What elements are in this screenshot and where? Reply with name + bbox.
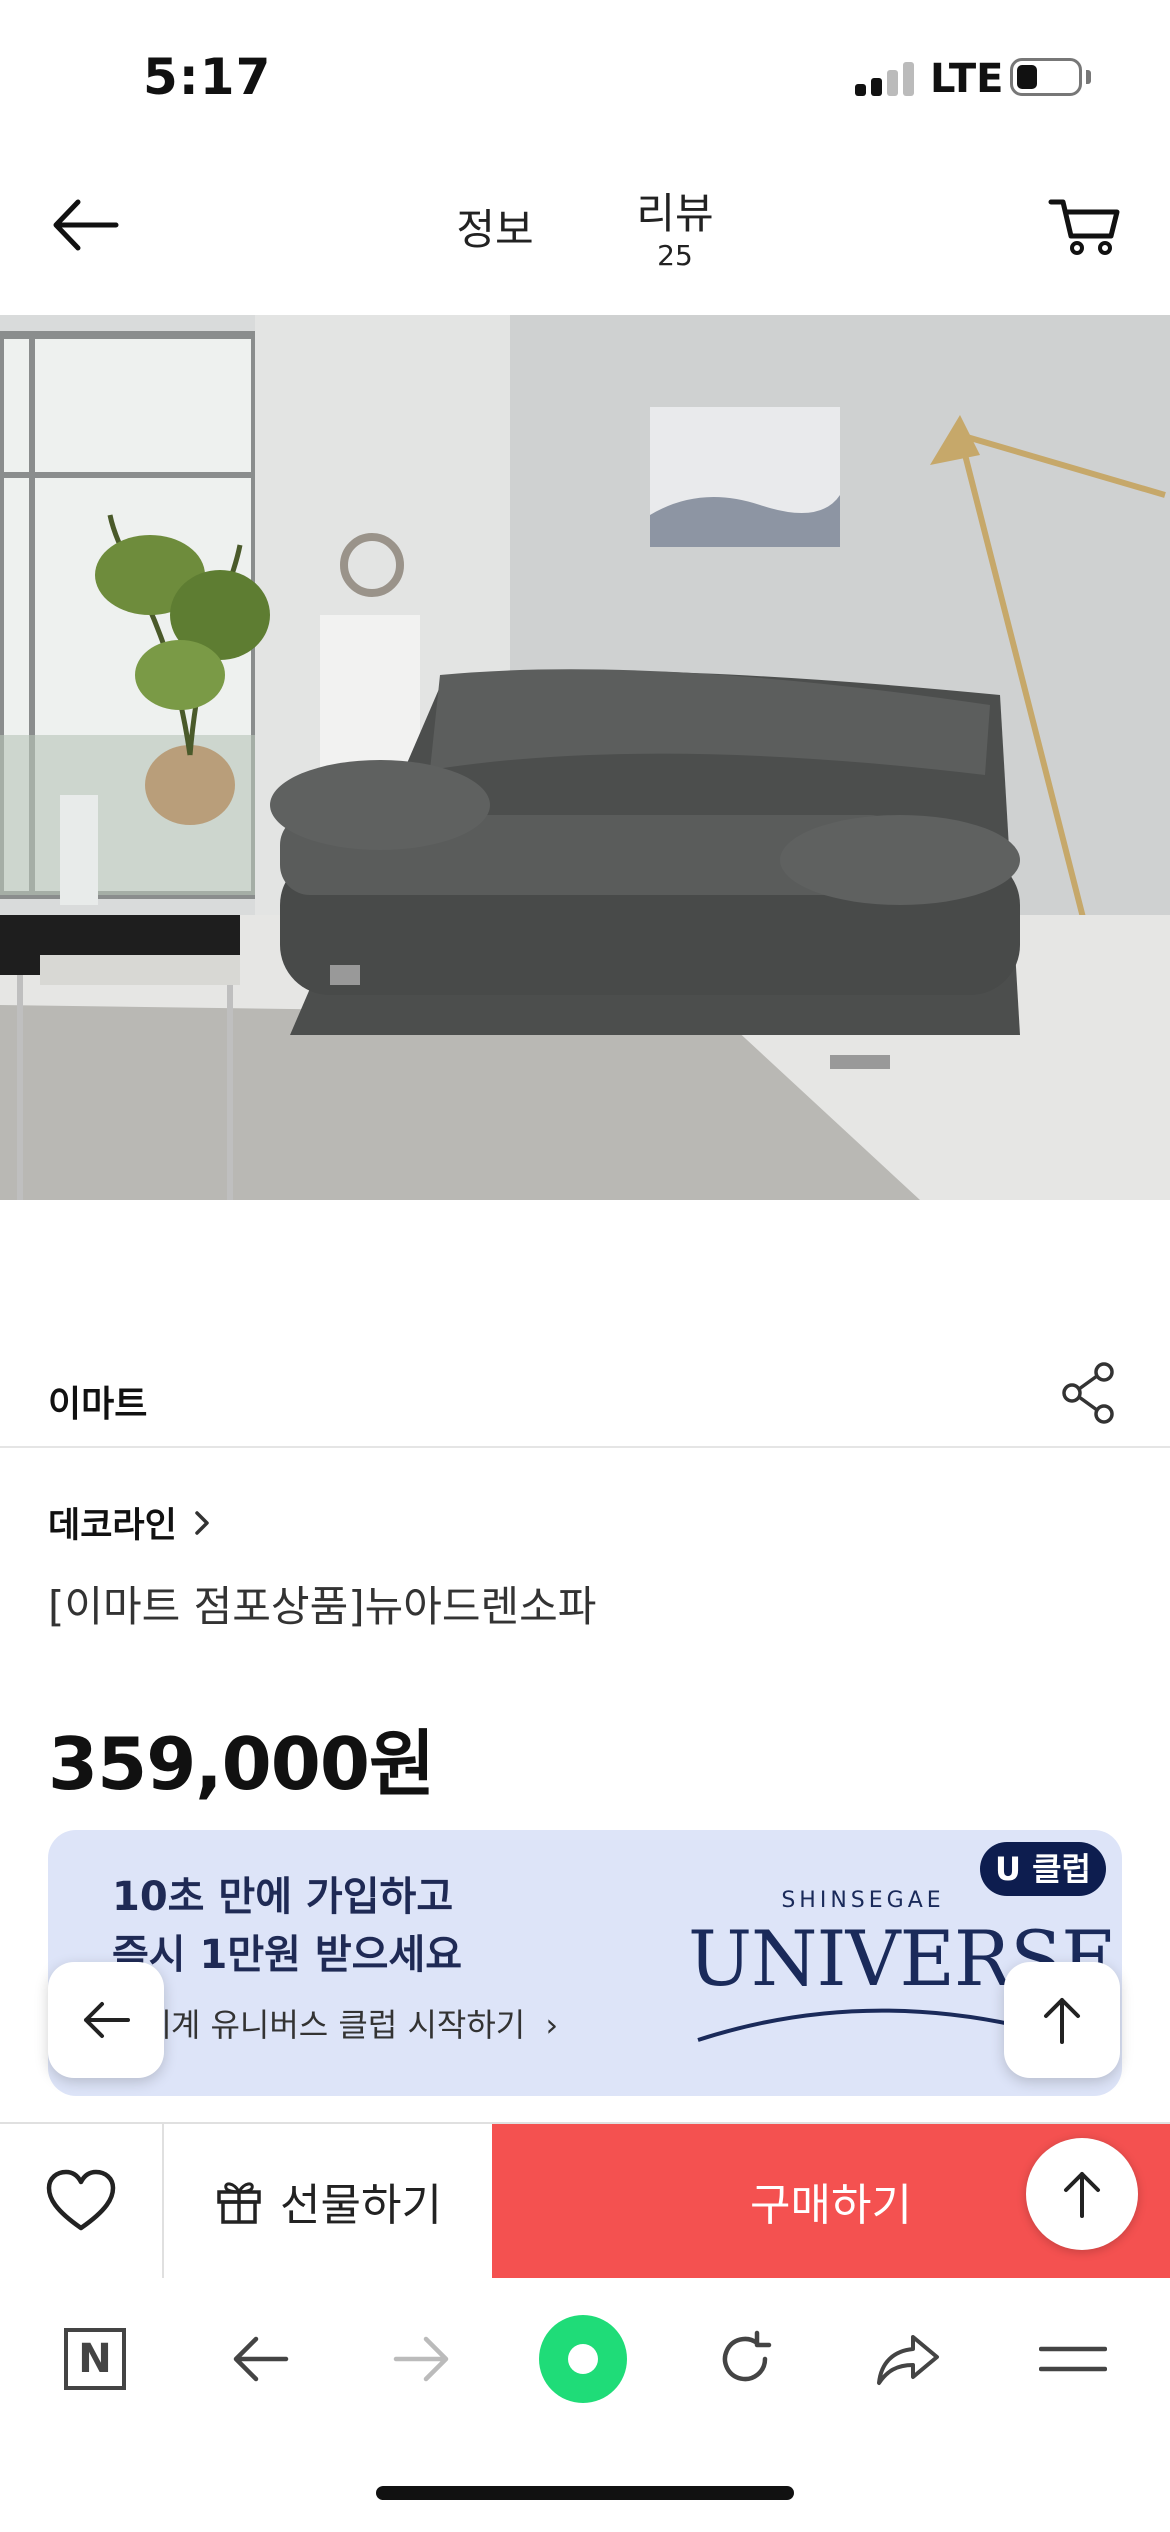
heart-icon — [46, 2169, 116, 2231]
back-button[interactable] — [46, 190, 126, 260]
review-count: 25 — [657, 239, 693, 272]
share-forward-button[interactable] — [863, 2314, 953, 2404]
back-arrow-icon — [53, 199, 119, 251]
battery-icon — [1010, 58, 1082, 96]
menu-icon — [1039, 2346, 1107, 2372]
chevron-right-icon — [195, 1510, 209, 1535]
tab-review[interactable]: 리뷰 25 — [620, 180, 730, 272]
scroll-top-round-button[interactable] — [1026, 2138, 1138, 2250]
banner-subtext-label: 신세계 유니버스 클럽 시작하기 — [112, 2006, 526, 2044]
green-dot-button[interactable] — [538, 2314, 628, 2404]
banner-subtext: 신세계 유니버스 클럽 시작하기 › — [112, 2000, 558, 2046]
universe-swoosh-logo — [697, 2008, 1029, 2042]
sofa-photo — [0, 315, 1170, 1200]
divider — [0, 1446, 1170, 1448]
battery-cap — [1086, 70, 1091, 84]
banner-headline-line1: 10초 만에 가입하고 — [112, 1874, 454, 1920]
naver-home-button[interactable]: N — [50, 2314, 140, 2404]
banner-brand-small: SHINSEGAE — [781, 1888, 945, 1913]
chevron-right-icon: › — [545, 2006, 559, 2044]
banner-brand-large: UNIVERSE — [688, 1914, 1117, 2003]
scroll-top-button[interactable] — [1004, 1962, 1120, 2078]
status-time: 5:17 — [143, 48, 272, 106]
network-type: LTE — [930, 56, 1004, 102]
browser-forward-button[interactable] — [377, 2314, 467, 2404]
arrow-up-icon — [1044, 1998, 1080, 2044]
refresh-icon — [722, 2330, 772, 2382]
tab-info[interactable]: 정보 — [440, 196, 550, 257]
naver-n-icon: N — [64, 2328, 126, 2390]
cart-icon — [1048, 199, 1120, 255]
home-indicator — [376, 2486, 794, 2500]
action-bar: 선물하기 구매하기 — [0, 2122, 1170, 2278]
promo-banner[interactable]: 10초 만에 가입하고 즉시 1만원 받으세요 신세계 유니버스 클럽 시작하기… — [48, 1830, 1122, 2096]
forward-share-icon — [877, 2335, 939, 2385]
refresh-button[interactable] — [700, 2314, 790, 2404]
product-price: 359,000원 — [48, 1722, 435, 1806]
share-icon — [1062, 1362, 1114, 1424]
gift-button[interactable]: 선물하기 — [164, 2124, 494, 2278]
brand-name: 데코라인 — [48, 1506, 177, 1546]
banner-headline-line2: 즉시 1만원 받으세요 — [112, 1932, 463, 1978]
browser-back-button[interactable] — [215, 2314, 305, 2404]
green-dot-icon — [539, 2315, 627, 2403]
banner-headline: 10초 만에 가입하고 즉시 1만원 받으세요 — [112, 1868, 462, 1984]
forward-arrow-icon — [393, 2336, 449, 2382]
cart-button[interactable] — [1045, 190, 1125, 260]
signal-icon — [855, 62, 917, 96]
gift-label: 선물하기 — [280, 2180, 442, 2231]
gift-icon — [217, 2182, 261, 2224]
back-arrow-icon — [84, 2002, 130, 2038]
buy-label: 구매하기 — [750, 2180, 912, 2231]
seller-name[interactable]: 이마트 — [48, 1375, 147, 1427]
brand-link[interactable]: 데코라인 — [48, 1497, 213, 1548]
product-name: [이마트 점포상품]뉴아드렌소파 — [48, 1582, 597, 1631]
back-arrow-icon — [233, 2336, 289, 2382]
tab-review-label: 리뷰 — [636, 189, 714, 238]
share-button[interactable] — [1060, 1360, 1120, 1426]
menu-button[interactable] — [1028, 2314, 1118, 2404]
arrow-up-icon — [1064, 2172, 1100, 2218]
floating-back-button[interactable] — [48, 1962, 164, 2078]
wishlist-button[interactable] — [0, 2124, 164, 2278]
product-image[interactable] — [0, 315, 1170, 1200]
